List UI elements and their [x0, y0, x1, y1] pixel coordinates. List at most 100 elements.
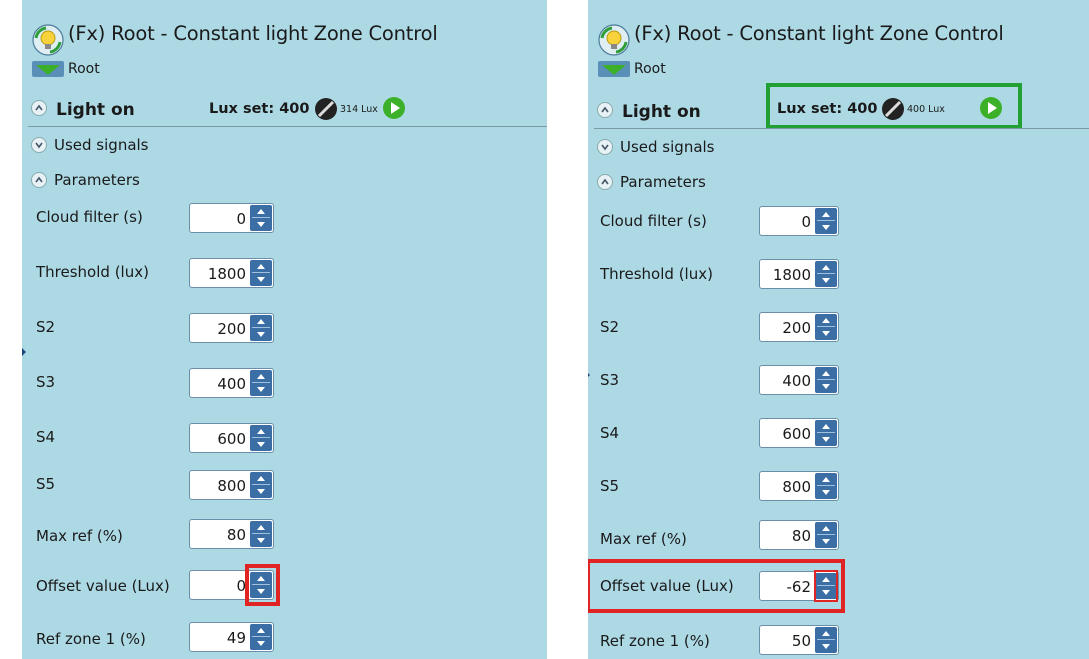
param-label: Ref zone 1 (%)	[36, 630, 146, 648]
spinner-buttons[interactable]	[250, 624, 272, 650]
param-label: Offset value (Lux)	[600, 577, 734, 595]
section-divider	[28, 126, 547, 127]
arrow-down-icon[interactable]	[815, 380, 837, 393]
arrow-down-icon[interactable]	[815, 433, 837, 446]
max-ref-spinner[interactable]: 80	[759, 520, 839, 550]
spinner-buttons[interactable]	[250, 425, 272, 451]
spinner-value: 600	[782, 425, 811, 443]
dimmer-knob-icon[interactable]	[314, 97, 338, 121]
lux-reading: 314 Lux	[340, 104, 378, 115]
spinner-value: 800	[782, 478, 811, 496]
spinner-value: 200	[217, 320, 246, 338]
panel-subtitle: Root	[68, 61, 100, 77]
used-signals-section[interactable]: Used signals	[54, 136, 149, 154]
spinner-value: 50	[791, 632, 811, 650]
spinner-value: 0	[236, 210, 246, 228]
s5-spinner[interactable]: 800	[189, 470, 274, 500]
lux-set-label: Lux set: 400	[209, 101, 310, 117]
spinner-buttons[interactable]	[250, 315, 272, 341]
dimmer-knob-icon[interactable]	[881, 97, 905, 121]
param-label: Max ref (%)	[36, 527, 123, 545]
param-label: S5	[600, 477, 620, 495]
spinner-buttons[interactable]	[250, 521, 272, 547]
arrow-down-icon[interactable]	[250, 328, 272, 341]
splitter-handle[interactable]	[588, 370, 590, 380]
light-on-section[interactable]: Light on	[622, 102, 701, 122]
splitter-handle[interactable]	[22, 347, 26, 357]
arrow-down-icon[interactable]	[250, 218, 272, 231]
spinner-value: -62	[786, 578, 812, 596]
chevron-up-icon[interactable]	[597, 102, 613, 118]
arrow-down-icon[interactable]	[250, 485, 272, 498]
s3-spinner[interactable]: 400	[189, 368, 274, 398]
lightbulb-function-icon	[32, 24, 64, 56]
threshold-spinner[interactable]: 1800	[189, 258, 274, 288]
arrow-down-icon[interactable]	[815, 274, 837, 287]
ref-zone-1-spinner[interactable]: 49	[189, 622, 274, 652]
spinner-buttons[interactable]	[815, 367, 837, 393]
spinner-buttons[interactable]	[250, 260, 272, 286]
spinner-buttons[interactable]	[815, 627, 837, 653]
param-label: S3	[600, 371, 620, 389]
spinner-value: 400	[782, 372, 811, 390]
spinner-buttons[interactable]	[815, 473, 837, 499]
spinner-buttons[interactable]	[815, 261, 837, 287]
spinner-value: 200	[782, 319, 811, 337]
param-label: Threshold (lux)	[600, 265, 713, 283]
spinner-value: 80	[791, 527, 811, 545]
spinner-buttons[interactable]	[815, 420, 837, 446]
arrow-down-icon[interactable]	[815, 221, 837, 234]
chevron-down-icon[interactable]	[31, 137, 47, 153]
panel-title: (Fx) Root - Constant light Zone Control	[634, 22, 1004, 45]
spinner-value: 400	[217, 375, 246, 393]
spinner-buttons[interactable]	[815, 208, 837, 234]
spinner-buttons[interactable]	[250, 472, 272, 498]
param-label: S2	[36, 318, 56, 336]
spinner-buttons[interactable]	[815, 522, 837, 548]
cloud-filter-spinner[interactable]: 0	[759, 206, 839, 236]
max-ref-spinner[interactable]: 80	[189, 519, 274, 549]
collapse-down-icon[interactable]	[598, 61, 630, 77]
used-signals-section[interactable]: Used signals	[620, 138, 715, 156]
parameters-section[interactable]: Parameters	[54, 171, 140, 189]
parameters-section[interactable]: Parameters	[620, 173, 706, 191]
arrow-down-icon[interactable]	[250, 273, 272, 286]
arrow-down-icon[interactable]	[815, 535, 837, 548]
chevron-down-icon[interactable]	[597, 139, 613, 155]
threshold-spinner[interactable]: 1800	[759, 259, 839, 289]
param-label: S4	[36, 428, 56, 446]
chevron-up-icon[interactable]	[31, 172, 47, 188]
spinner-buttons[interactable]	[815, 314, 837, 340]
param-label: S4	[600, 424, 620, 442]
spinner-buttons[interactable]	[250, 370, 272, 396]
highlight-box-red	[245, 564, 280, 606]
arrow-down-icon[interactable]	[250, 534, 272, 547]
arrow-down-icon[interactable]	[250, 637, 272, 650]
play-icon[interactable]	[382, 96, 406, 120]
spinner-buttons[interactable]	[250, 205, 272, 231]
s5-spinner[interactable]: 800	[759, 471, 839, 501]
ref-zone-1-spinner[interactable]: 50	[759, 625, 839, 655]
lux-reading: 400 Lux	[907, 104, 945, 115]
arrow-down-icon[interactable]	[815, 327, 837, 340]
chevron-up-icon[interactable]	[31, 100, 47, 116]
param-label: S5	[36, 475, 56, 493]
arrow-down-icon[interactable]	[250, 383, 272, 396]
s4-spinner[interactable]: 600	[759, 418, 839, 448]
panel-subtitle: Root	[634, 61, 666, 77]
play-icon[interactable]	[979, 96, 1003, 120]
s2-spinner[interactable]: 200	[759, 312, 839, 342]
collapse-down-icon[interactable]	[32, 61, 64, 77]
s2-spinner[interactable]: 200	[189, 313, 274, 343]
cloud-filter-spinner[interactable]: 0	[189, 203, 274, 233]
arrow-down-icon[interactable]	[815, 640, 837, 653]
chevron-up-icon[interactable]	[597, 174, 613, 190]
spinner-value: 800	[217, 477, 246, 495]
param-label: S3	[36, 373, 56, 391]
arrow-down-icon[interactable]	[250, 438, 272, 451]
param-label: Max ref (%)	[600, 530, 687, 548]
s4-spinner[interactable]: 600	[189, 423, 274, 453]
s3-spinner[interactable]: 400	[759, 365, 839, 395]
arrow-down-icon[interactable]	[815, 486, 837, 499]
light-on-section[interactable]: Light on	[56, 100, 135, 120]
